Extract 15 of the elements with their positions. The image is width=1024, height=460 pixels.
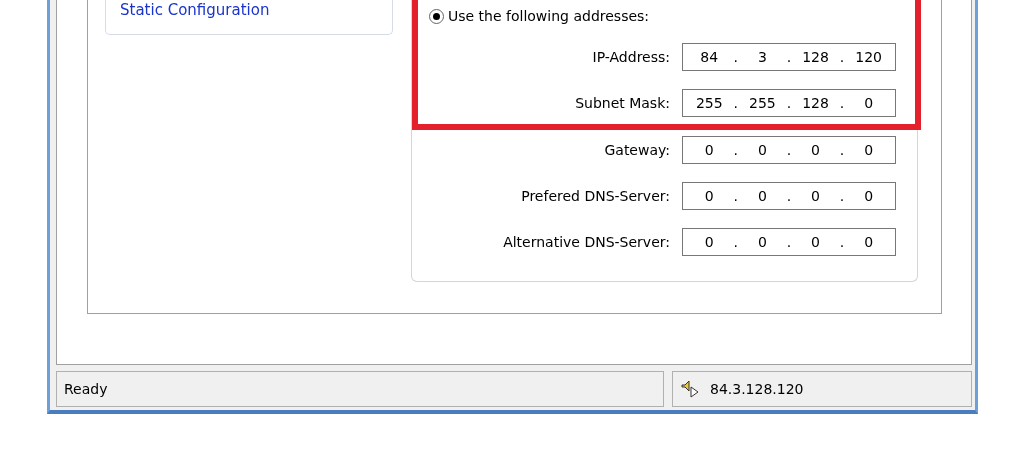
ip-address-field[interactable]: 0 . 0 . 0 . 0 bbox=[682, 182, 896, 210]
field-label: Subnet Mask: bbox=[575, 95, 670, 111]
radio-button[interactable] bbox=[429, 8, 444, 24]
status-text: Ready bbox=[64, 381, 108, 397]
radio-label: Use the following addresses: bbox=[448, 8, 650, 24]
field-label: Prefered DNS-Server: bbox=[521, 188, 670, 204]
ip-address-field[interactable]: 0 . 0 . 0 . 0 bbox=[682, 136, 896, 164]
field-label: Alternative DNS-Server: bbox=[503, 234, 670, 250]
field-label: IP-Address: bbox=[592, 49, 670, 65]
list-item[interactable]: Static Configuration bbox=[120, 0, 270, 20]
ip-address-text: 84.3.128.120 bbox=[710, 381, 804, 397]
ip-address-field[interactable]: 84 . 3 . 128 . 120 bbox=[682, 43, 896, 71]
ip-address-field[interactable]: 0 . 0 . 0 . 0 bbox=[682, 228, 896, 256]
ip-address-field[interactable]: 255 . 255 . 128 . 0 bbox=[682, 89, 896, 117]
field-label: Gateway: bbox=[604, 142, 670, 158]
